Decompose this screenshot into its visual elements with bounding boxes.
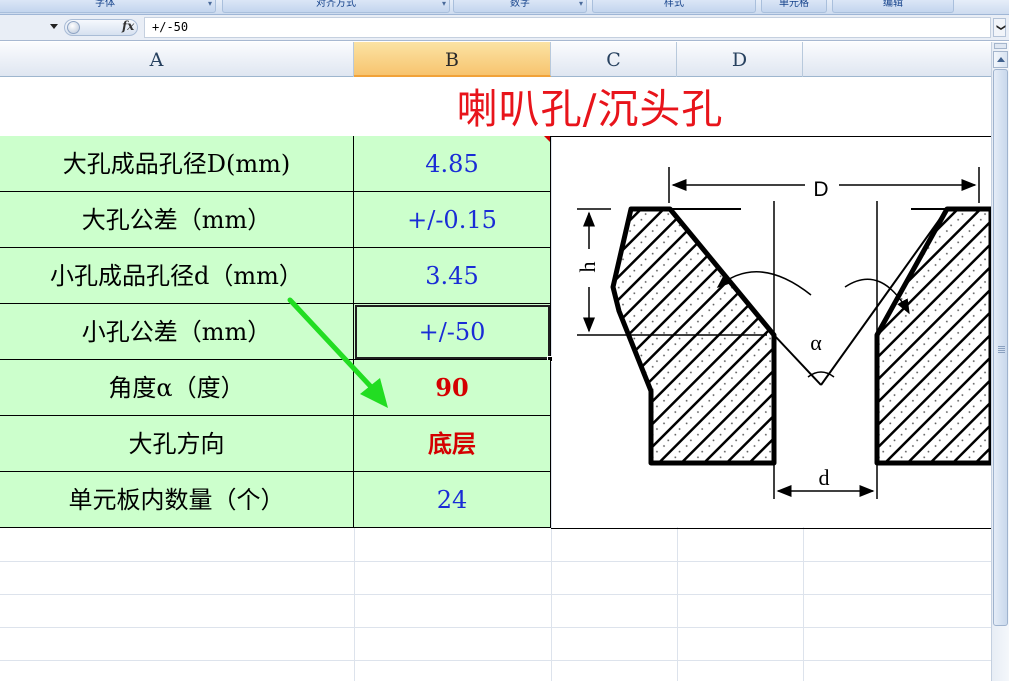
param-value-cell[interactable]: +/-0.15 <box>354 136 551 248</box>
dialog-launcher-icon[interactable]: ▾ <box>579 0 583 8</box>
gridline <box>0 660 991 661</box>
param-value-text: +/-50 <box>418 318 486 346</box>
dimension-label-d: d <box>819 465 830 490</box>
gridline <box>0 627 991 628</box>
column-header-d[interactable]: D <box>677 42 803 77</box>
expand-formula-icon[interactable]: ❯ <box>993 18 1006 37</box>
formula-bar: fx +/-50 ❯ <box>0 15 1009 41</box>
gridline <box>0 561 991 562</box>
title-merged-cell[interactable]: 喇叭孔/沉头孔 <box>0 78 991 136</box>
comment-indicator-icon[interactable] <box>544 136 550 142</box>
column-header-c[interactable]: C <box>551 42 677 77</box>
column-header-b[interactable]: B <box>354 42 551 77</box>
angle-label-alpha: α <box>810 330 822 355</box>
worksheet-grid[interactable]: 喇叭孔/沉头孔 大孔成品孔径D(mm) 4.85 大孔公差（mm） +/-0.1… <box>0 78 991 681</box>
countersink-diagram[interactable]: D h α d <box>553 137 991 527</box>
param-value-cell[interactable]: 90 <box>354 360 551 416</box>
ribbon-group-styles-label: 样式 <box>664 0 684 9</box>
split-box-handle[interactable] <box>994 43 1007 49</box>
dialog-launcher-icon[interactable]: ▾ <box>442 0 446 8</box>
ribbon-group-number-label: 数字 <box>510 0 530 9</box>
ribbon-group-number[interactable]: 数字 ▾ <box>453 0 587 13</box>
table-row: 大孔成品孔径D(mm) 4.85 <box>0 136 551 192</box>
expand-formula-glyph: ❯ <box>994 23 1005 32</box>
sheet-title: 喇叭孔/沉头孔 <box>456 85 724 133</box>
dimension-label-D: D <box>813 178 828 201</box>
ribbon-group-alignment-label: 对齐方式 <box>316 0 356 9</box>
param-value-cell[interactable]: 4.85 <box>354 136 551 192</box>
namebox-dropdown-icon[interactable] <box>50 24 58 29</box>
ribbon-group-editing[interactable]: 编辑 <box>832 0 954 13</box>
selected-cell-b7[interactable]: +/-50 <box>354 304 553 362</box>
ribbon-group-alignment[interactable]: 对齐方式 ▾ <box>222 0 450 13</box>
formula-input[interactable]: +/-50 <box>144 17 991 38</box>
param-label-cell[interactable]: 小孔公差（mm） <box>0 304 354 360</box>
param-label-cell[interactable]: 大孔成品孔径D(mm) <box>0 136 354 192</box>
param-value-cell[interactable]: 底层 <box>354 416 551 472</box>
dimension-label-h: h <box>575 262 600 273</box>
ribbon-group-styles[interactable]: 样式 <box>592 0 756 13</box>
ribbon-group-font[interactable]: 字体 ▾ <box>0 0 216 13</box>
ribbon-group-cells-label: 单元格 <box>779 0 809 9</box>
column-header-a[interactable]: A <box>0 42 354 77</box>
ribbon-group-strip: 字体 ▾ 对齐方式 ▾ 数字 ▾ 样式 单元格 编辑 <box>0 0 1009 15</box>
gridline <box>0 594 991 595</box>
table-row: 大孔公差（mm） +/-0.15 <box>0 136 551 248</box>
scroll-up-icon[interactable] <box>993 51 1008 68</box>
param-label-cell[interactable]: 单元板内数量（个） <box>0 472 354 528</box>
table-row: 单元板内数量（个） 24 <box>0 472 551 528</box>
param-value-cell[interactable]: 3.45 <box>354 248 551 304</box>
table-row: 角度α（度） 90 <box>0 360 551 416</box>
thumb-grip-icon <box>998 346 1005 353</box>
param-label-cell[interactable]: 小孔成品孔径d（mm） <box>0 248 354 304</box>
scrollbar-thumb[interactable] <box>993 69 1008 626</box>
ribbon-group-cells[interactable]: 单元格 <box>761 0 827 13</box>
param-label-cell[interactable]: 角度α（度） <box>0 360 354 416</box>
vertical-scrollbar[interactable] <box>991 42 1009 681</box>
param-value-cell[interactable]: 24 <box>354 472 551 528</box>
gridline <box>551 78 552 681</box>
fx-icon[interactable]: fx <box>122 19 134 33</box>
column-header-e[interactable] <box>803 42 991 77</box>
resize-knob-icon[interactable] <box>67 21 80 34</box>
ribbon-group-font-label: 字体 <box>95 0 115 9</box>
column-headers: A B C D <box>0 42 991 77</box>
param-label-cell[interactable]: 大孔公差（mm） <box>0 192 354 248</box>
dialog-launcher-icon[interactable]: ▾ <box>208 0 212 8</box>
parameter-table: 大孔成品孔径D(mm) 4.85 大孔公差（mm） +/-0.15 小孔成品孔径… <box>0 136 553 529</box>
table-border <box>551 528 991 529</box>
countersink-diagram-drawing: D h α d <box>575 167 991 499</box>
table-row: 小孔公差（mm） +/-50 <box>0 304 553 362</box>
ribbon-group-editing-label: 编辑 <box>883 0 903 9</box>
table-row: 大孔方向 底层 <box>0 416 551 472</box>
param-value-text: +/-0.15 <box>407 206 497 234</box>
param-label-cell[interactable]: 大孔方向 <box>0 416 354 472</box>
table-row: 小孔成品孔径d（mm） 3.45 <box>0 248 551 304</box>
